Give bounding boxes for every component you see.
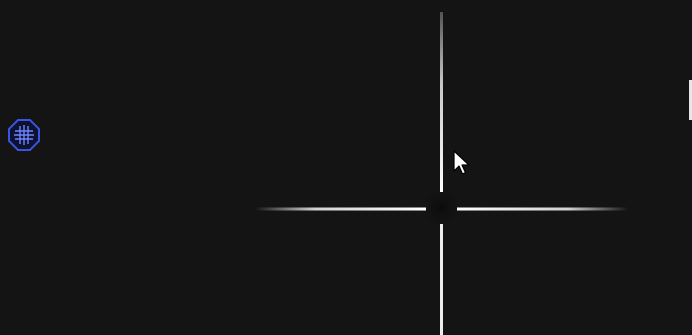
crosshair-bottom-arm	[440, 224, 443, 335]
canvas-area[interactable]	[0, 0, 692, 335]
crosshair-right-arm	[457, 207, 628, 211]
crosshair-left-arm	[255, 207, 426, 211]
grid-icon	[8, 119, 40, 151]
arrow-cursor-icon	[453, 150, 470, 175]
crosshair-center-shade	[417, 184, 465, 232]
crosshair-top-arm	[440, 12, 443, 192]
crosshair-overlay	[255, 12, 628, 335]
grid-tool-button[interactable]	[7, 118, 41, 152]
